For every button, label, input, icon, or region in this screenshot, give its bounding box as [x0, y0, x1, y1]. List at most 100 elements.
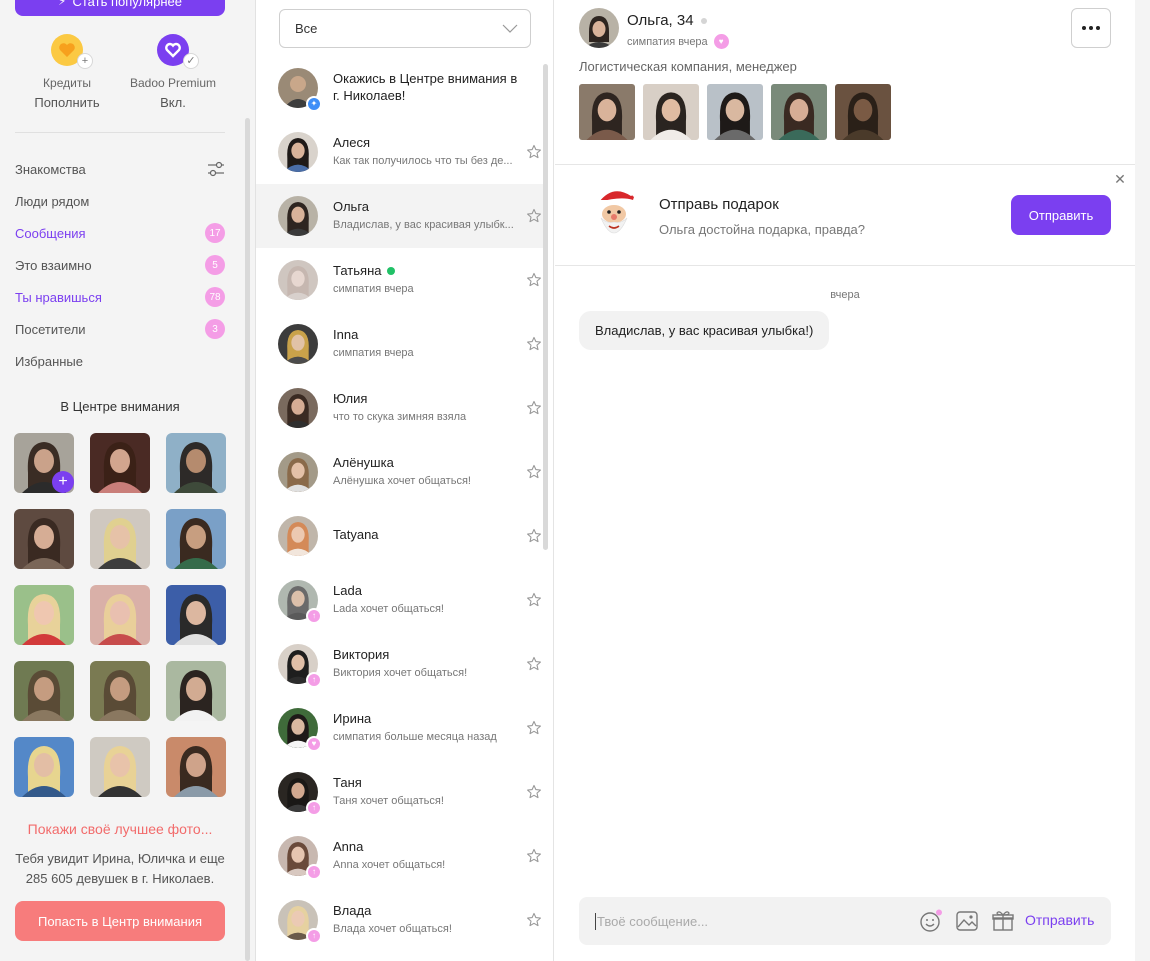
favorite-star-icon[interactable] — [526, 784, 542, 800]
profile-photo[interactable] — [643, 84, 699, 140]
chat-avatar[interactable] — [579, 8, 619, 48]
spotlight-photo[interactable]: + — [14, 433, 74, 493]
sidebar-scrollbar[interactable] — [245, 118, 250, 961]
sidebar-nav-item[interactable]: Посетители 3 — [15, 313, 225, 345]
sidebar-nav-label: Ты нравишься — [15, 289, 102, 305]
divider — [555, 164, 1135, 165]
day-separator: вчера — [830, 289, 860, 301]
spotlight-invite-row[interactable]: ✦ Окажись в Центре внимания в г. Николае… — [256, 56, 544, 120]
profile-photo[interactable] — [579, 84, 635, 140]
spotlight-photo[interactable] — [90, 661, 150, 721]
favorite-star-icon[interactable] — [526, 656, 542, 672]
emoji-icon[interactable] — [919, 909, 943, 933]
conversation-preview: Влада хочет общаться! — [333, 923, 452, 935]
close-icon[interactable]: ✕ — [1113, 172, 1127, 186]
sidebar-nav-item[interactable]: Это взаимно 5 — [15, 249, 225, 281]
credits-topup-link[interactable]: Пополнить — [12, 93, 122, 113]
conversation-row[interactable]: ♥ Ирина симпатия больше месяца назад — [256, 696, 544, 760]
favorite-star-icon[interactable] — [526, 720, 542, 736]
spotlight-photo[interactable] — [14, 509, 74, 569]
get-spotlight-button[interactable]: Попасть в Центр внимания — [15, 901, 225, 941]
dot-icon — [1082, 26, 1086, 30]
send-message-button[interactable]: Отправить — [1025, 912, 1094, 928]
become-popular-button[interactable]: ⚡ Стать популярнее — [15, 0, 225, 16]
conversation-name: Inna — [333, 326, 527, 343]
favorite-star-icon[interactable] — [526, 464, 542, 480]
conversation-row[interactable]: Ольга Владислав, у вас красивая улыбк... — [256, 184, 544, 248]
profile-photo[interactable] — [707, 84, 763, 140]
sidebar-nav-label: Знакомства — [15, 161, 86, 177]
conversation-name: Алеся — [333, 134, 527, 151]
spotlight-photo[interactable] — [90, 585, 150, 645]
conversation-row[interactable]: ↑ Lada Lada хочет общаться! — [256, 568, 544, 632]
arrow-up-icon: ↑ — [306, 928, 322, 944]
favorite-star-icon[interactable] — [526, 336, 542, 352]
spotlight-photo[interactable] — [166, 509, 226, 569]
more-options-button[interactable] — [1071, 8, 1111, 48]
spotlight-photo[interactable] — [90, 433, 150, 493]
sidebar-nav-item[interactable]: Знакомства — [15, 153, 225, 185]
favorite-star-icon[interactable] — [526, 528, 542, 544]
text-caret — [595, 913, 596, 930]
conversation-row[interactable]: Татьяна симпатия вчера — [256, 248, 544, 312]
favorite-star-icon[interactable] — [526, 592, 542, 608]
add-icon[interactable]: + — [52, 471, 74, 493]
spotlight-photo[interactable] — [166, 737, 226, 797]
conversation-row[interactable]: Inna симпатия вчера — [256, 312, 544, 376]
message-input[interactable] — [597, 909, 897, 933]
spotlight-photo[interactable] — [14, 585, 74, 645]
image-upload-icon[interactable] — [955, 909, 979, 933]
spotlight-photo[interactable] — [14, 737, 74, 797]
spotlight-photo[interactable] — [166, 585, 226, 645]
favorite-star-icon[interactable] — [526, 912, 542, 928]
conversation-name: Алёнушка — [333, 454, 527, 471]
sidebar-nav-item[interactable]: Люди рядом — [15, 185, 225, 217]
conversation-row[interactable]: ↑ Anna Anna хочет общаться! — [256, 824, 544, 888]
profile-job: Логистическая компания, менеджер — [579, 59, 797, 74]
favorite-star-icon[interactable] — [526, 144, 542, 160]
filter-sliders-icon[interactable] — [207, 160, 225, 178]
conversation-row[interactable]: ↑ Влада Влада хочет общаться! — [256, 888, 544, 952]
credits-widget[interactable]: + Кредиты Пополнить — [12, 34, 122, 113]
sidebar-nav-item[interactable]: Сообщения 17 — [15, 217, 225, 249]
spotlight-photo[interactable] — [14, 661, 74, 721]
favorite-star-icon[interactable] — [526, 208, 542, 224]
sidebar-nav-item[interactable]: Ты нравишься 78 — [15, 281, 225, 313]
filter-select[interactable]: Все — [279, 9, 531, 48]
gift-subtitle: Ольга достойна подарка, правда? — [659, 222, 866, 237]
favorite-star-icon[interactable] — [526, 848, 542, 864]
spotlight-photo[interactable] — [166, 433, 226, 493]
spotlight-photo[interactable] — [90, 509, 150, 569]
profile-photo[interactable] — [771, 84, 827, 140]
sidebar-nav-item[interactable]: Избранные — [15, 345, 225, 377]
premium-widget[interactable]: ✓ Badoo Premium Вкл. — [118, 34, 228, 113]
spotlight-photo[interactable] — [90, 737, 150, 797]
chat-user-name[interactable]: Ольга, 34 — [627, 12, 707, 29]
conversation-row[interactable]: Tatyana — [256, 504, 544, 568]
conversation-preview: Алёнушка хочет общаться! — [333, 475, 471, 487]
show-best-photo-link[interactable]: Покажи своё лучшее фото... — [0, 821, 240, 837]
conversation-row[interactable]: ↑ Таня Таня хочет общаться! — [256, 760, 544, 824]
conversation-name-text: Anna — [333, 839, 364, 854]
message-bubble: Владислав, у вас красивая улыбка!) — [579, 311, 830, 350]
avatar — [278, 388, 318, 428]
list-scrollbar[interactable] — [543, 64, 548, 550]
conversation-row[interactable]: ↑ Виктория Виктория хочет общаться! — [256, 632, 544, 696]
chevron-down-icon — [502, 24, 518, 33]
conversation-name: Anna — [333, 838, 527, 855]
sidebar-nav-label: Избранные — [15, 353, 83, 369]
favorite-star-icon[interactable] — [526, 400, 542, 416]
spotlight-photo[interactable] — [166, 661, 226, 721]
count-badge: 78 — [205, 287, 225, 307]
credits-heart-icon: + — [51, 34, 93, 69]
favorite-star-icon[interactable] — [526, 272, 542, 288]
conversation-row[interactable]: Алеся Как так получилось что ты без де... — [256, 120, 544, 184]
conversation-row[interactable]: Алёнушка Алёнушка хочет общаться! — [256, 440, 544, 504]
conversation-name-text: Влада — [333, 903, 372, 918]
avatar — [278, 324, 318, 364]
conversation-row[interactable]: Юлия что то скука зимняя взяла — [256, 376, 544, 440]
online-status-dot — [387, 266, 396, 275]
send-gift-button[interactable]: Отправить — [1011, 195, 1111, 235]
profile-photo[interactable] — [835, 84, 891, 140]
gift-icon[interactable] — [991, 909, 1015, 933]
